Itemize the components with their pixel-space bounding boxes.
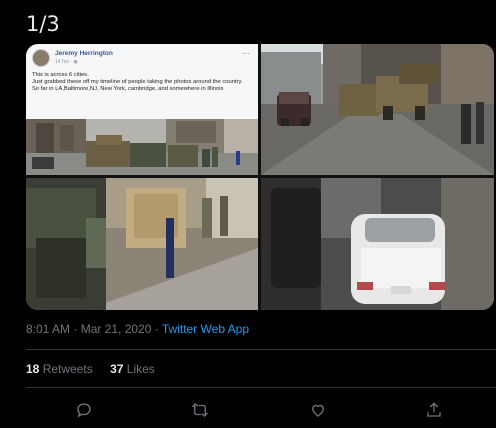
likes-stat[interactable]: 37 Likes — [110, 362, 155, 376]
reply-button[interactable] — [72, 398, 96, 422]
avatar — [32, 49, 50, 67]
likes-count: 37 — [110, 362, 124, 376]
divider — [26, 387, 496, 388]
reply-icon — [77, 403, 91, 418]
white-car-image — [261, 178, 494, 310]
fb-post-time: 14 hrs · ◉ — [55, 59, 78, 65]
fb-post-time-text: 14 hrs · — [55, 59, 74, 65]
fb-post-header: Jeremy Herrington 14 hrs · ◉ ··· — [32, 49, 252, 71]
retweets-count: 18 — [26, 362, 40, 376]
media-grid: Jeremy Herrington 14 hrs · ◉ ··· This is… — [26, 44, 494, 310]
retweets-stat[interactable]: 18 Retweets — [26, 362, 93, 376]
more-options-icon: ··· — [242, 49, 250, 58]
tweet-media-view: 1/3 Jeremy Herrington 14 hrs · ◉ ··· Thi… — [0, 0, 496, 428]
engagement-stats: 18 Retweets 37 Likes — [26, 362, 169, 376]
photo-military-trucks-street[interactable] — [261, 44, 494, 175]
photo-facebook-post[interactable]: Jeremy Herrington 14 hrs · ◉ ··· This is… — [26, 44, 258, 175]
timestamp-text[interactable]: 8:01 AM · Mar 21, 2020 · — [26, 322, 162, 336]
retweets-label: Retweets — [42, 362, 93, 376]
tweet-timestamp: 8:01 AM · Mar 21, 2020 · Twitter Web App — [26, 322, 249, 336]
street-scene-image — [261, 44, 494, 175]
likes-label: Likes — [126, 362, 155, 376]
fb-post-photo — [26, 119, 258, 175]
retweet-button[interactable] — [188, 398, 212, 422]
like-button[interactable] — [306, 398, 330, 422]
like-icon — [312, 404, 324, 417]
share-button[interactable] — [422, 398, 446, 422]
photo-white-car[interactable] — [261, 178, 494, 310]
sidewalk-scene-image — [26, 178, 258, 310]
photo-soldiers-sidewalk[interactable] — [26, 178, 258, 310]
media-counter: 1/3 — [26, 12, 60, 36]
retweet-icon — [191, 403, 209, 417]
divider — [26, 349, 496, 350]
source-app-link[interactable]: Twitter Web App — [162, 322, 249, 336]
tweet-actions-bar — [0, 398, 496, 422]
fb-post-text: This is across 6 cities. Just grabbed th… — [32, 72, 243, 93]
fb-author-name: Jeremy Herrington — [55, 50, 113, 57]
globe-icon: ◉ — [73, 59, 78, 65]
share-icon — [427, 402, 441, 417]
